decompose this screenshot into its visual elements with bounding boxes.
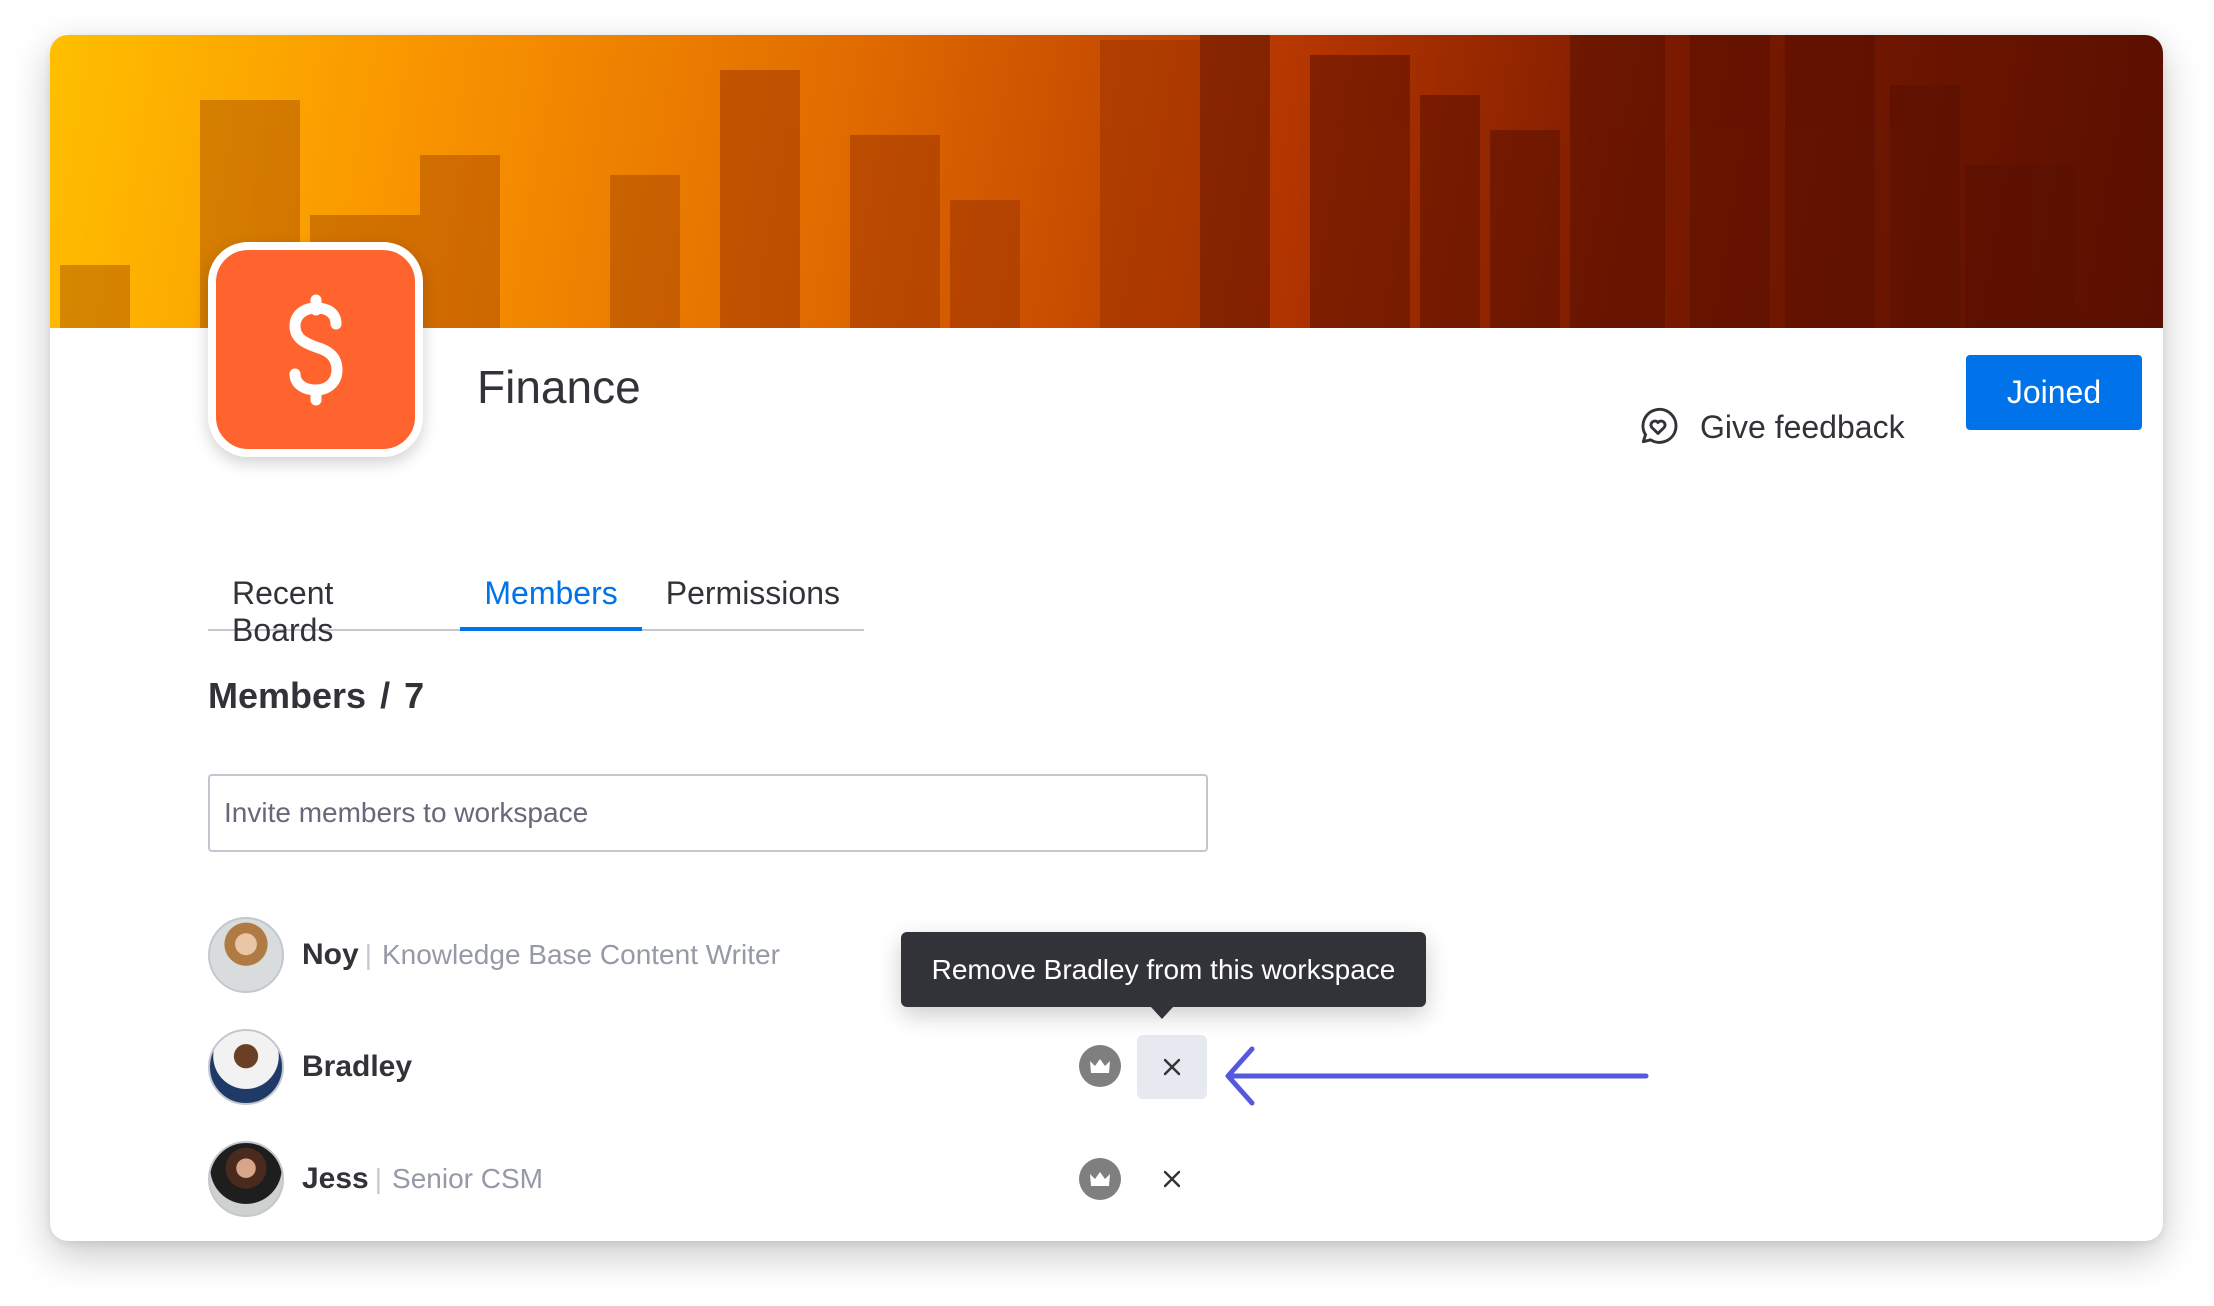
member-title: Senior CSM xyxy=(392,1163,543,1194)
tab-members[interactable]: Members xyxy=(460,575,642,631)
workspace-tabs: Recent Boards Members Permissions xyxy=(208,575,864,648)
members-heading-label: Members xyxy=(208,675,367,716)
member-name[interactable]: Bradley xyxy=(302,1050,412,1084)
members-heading-separator: / xyxy=(380,675,391,716)
remove-member-button[interactable] xyxy=(1137,1035,1207,1099)
make-owner-button[interactable] xyxy=(1079,1045,1121,1087)
member-row: Bradley xyxy=(208,1027,412,1107)
workspace-title: Finance xyxy=(477,361,641,413)
tab-recent-boards[interactable]: Recent Boards xyxy=(208,575,460,648)
crown-icon xyxy=(1090,1172,1110,1186)
chat-heart-icon xyxy=(1641,407,1678,444)
member-name[interactable]: Jess xyxy=(302,1162,369,1196)
avatar[interactable] xyxy=(208,917,284,993)
tooltip-pointer xyxy=(1151,1007,1173,1019)
member-title: Knowledge Base Content Writer xyxy=(381,939,780,970)
give-feedback-label: Give feedback xyxy=(1700,408,1905,445)
avatar[interactable] xyxy=(208,1029,284,1105)
give-feedback-button[interactable]: Give feedback xyxy=(1636,397,1905,457)
workspace-card: Finance Give feedback Joined Recent Boar… xyxy=(50,35,2163,1241)
invite-members-input[interactable] xyxy=(208,774,1208,852)
crown-icon xyxy=(1090,1059,1110,1073)
member-separator: | xyxy=(364,939,372,970)
member-separator: | xyxy=(374,1163,383,1194)
member-name[interactable]: Noy xyxy=(302,938,359,972)
tab-permissions[interactable]: Permissions xyxy=(642,575,864,629)
remove-member-tooltip: Remove Bradley from this workspace xyxy=(901,932,1426,1007)
remove-member-button[interactable] xyxy=(1137,1147,1207,1211)
members-count: 7 xyxy=(404,675,425,716)
dollar-sign-icon xyxy=(288,294,343,405)
joined-button[interactable]: Joined xyxy=(1966,355,2142,430)
close-icon xyxy=(1163,1170,1181,1188)
member-row: Noy | Knowledge Base Content Writer xyxy=(208,915,780,995)
members-heading: Members / 7 xyxy=(208,675,424,717)
member-row: Jess | Senior CSM xyxy=(208,1139,543,1219)
avatar[interactable] xyxy=(208,1141,284,1217)
close-icon xyxy=(1163,1058,1181,1076)
workspace-icon[interactable] xyxy=(208,242,423,457)
annotation-arrow-icon xyxy=(1225,1046,1649,1106)
make-owner-button[interactable] xyxy=(1079,1158,1121,1200)
